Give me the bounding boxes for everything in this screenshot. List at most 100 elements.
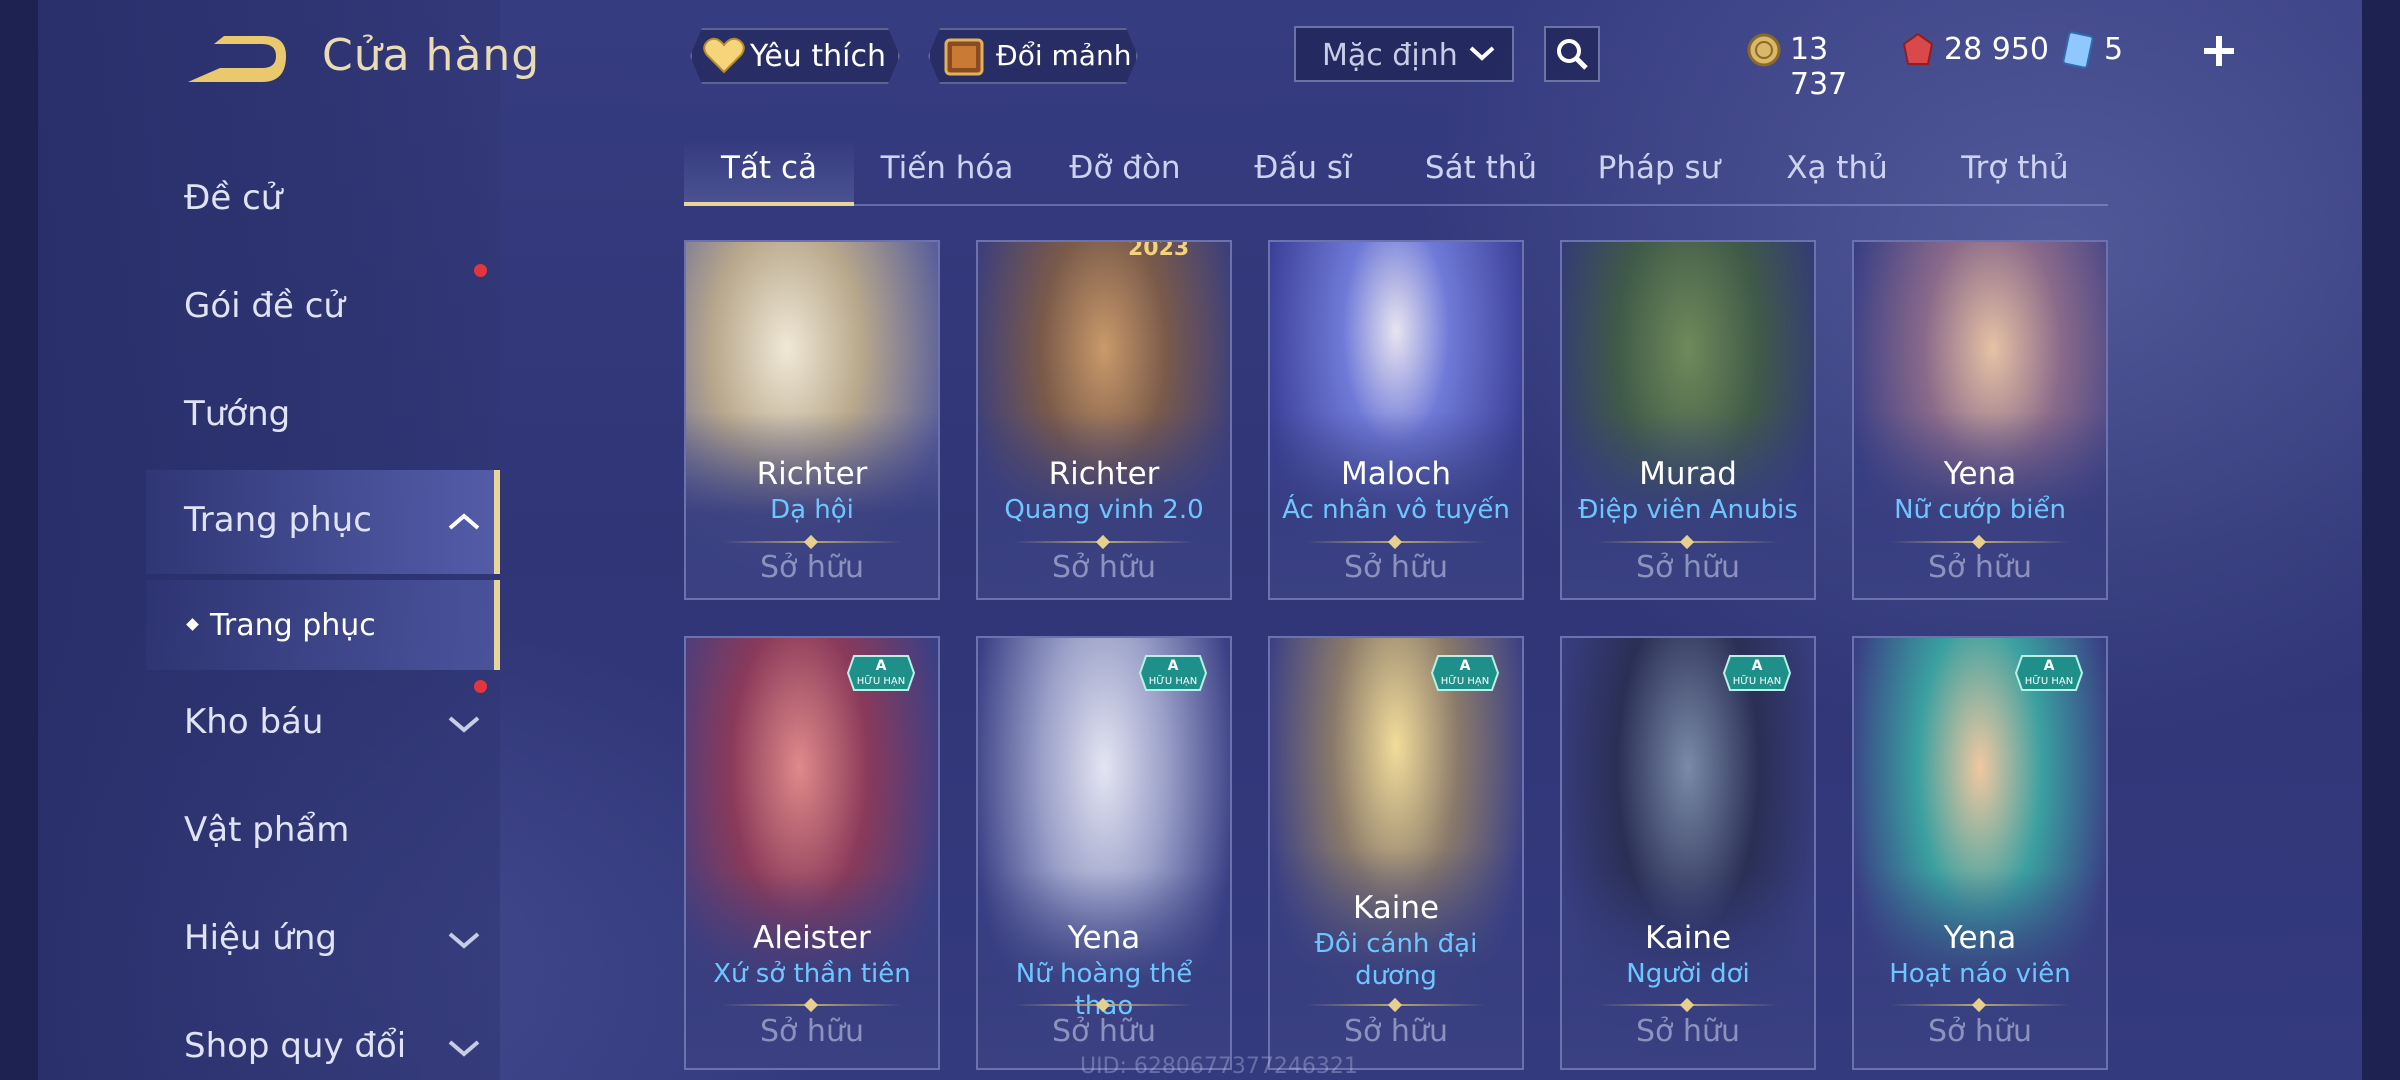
ruby-voucher-icon (1902, 32, 1934, 65)
chevron-down-icon (448, 932, 480, 949)
tab-mage[interactable]: Pháp sư (1574, 140, 1744, 206)
hero-name: Aleister (753, 920, 871, 956)
active-indicator (494, 580, 500, 670)
sidebar-item-exchange-shop[interactable]: Shop quy đổi (146, 996, 500, 1080)
tab-label: Pháp sư (1597, 150, 1721, 186)
chevron-down-icon (448, 1040, 480, 1057)
sidebar-item-label: Hiệu ứng (184, 918, 337, 958)
owned-status: Sở hữu (1928, 550, 2032, 585)
search-button[interactable] (1544, 26, 1600, 82)
tab-label: Trợ thủ (1961, 150, 2069, 186)
skin-card[interactable]: Yena Nữ cướp biển Sở hữu (1852, 240, 2108, 600)
skin-card[interactable]: Murad Điệp viên Anubis Sở hữu (1560, 240, 1816, 600)
skin-card[interactable]: A HỮU HẠN Kaine Người dơi Sở hữu (1560, 636, 1816, 1070)
tab-label: Tiến hóa (880, 150, 1014, 186)
hero-name: Maloch (1340, 456, 1451, 492)
tab-assassin[interactable]: Sát thủ (1396, 140, 1566, 206)
badge-grade: A (2043, 658, 2055, 674)
badge-text: HỮU HẠN (1440, 676, 1490, 687)
owned-status: Sở hữu (760, 1014, 864, 1049)
skin-card[interactable]: 2023 Richter Quang vinh 2.0 Sở hữu (976, 240, 1232, 600)
skin-card[interactable]: Richter Dạ hội Sở hữu (684, 240, 940, 600)
voucher-currency: 28 950 (1900, 26, 2050, 74)
sort-dropdown[interactable]: Mặc định (1294, 26, 1514, 82)
add-currency-button[interactable] (2196, 28, 2242, 74)
badge-text: HỮU HẠN (2024, 676, 2074, 687)
back-button[interactable] (180, 30, 290, 90)
notification-dot (474, 680, 487, 693)
favorite-button[interactable]: Yêu thích (690, 28, 900, 84)
sidebar-item-items[interactable]: Vật phẩm (146, 780, 500, 884)
page-title: Cửa hàng (322, 30, 541, 81)
skin-name: Xứ sở thần tiên (713, 959, 911, 989)
tab-marksman[interactable]: Xạ thủ (1752, 140, 1922, 206)
limited-badge: A HỮU HẠN (846, 654, 916, 692)
hero-name: Yena (1943, 456, 2017, 492)
sidebar-item-recommended-packs[interactable]: Gói đề cử (146, 256, 500, 360)
skin-card[interactable]: A HỮU HẠN Kaine Đôi cánh đại dương Sở hữ… (1268, 636, 1524, 1070)
tab-all[interactable]: Tất cả (684, 140, 854, 206)
badge-grade: A (1167, 658, 1179, 674)
chevron-up-icon (448, 513, 480, 530)
skin-card[interactable]: A HỮU HẠN Aleister Xứ sở thần tiên Sở hữ… (684, 636, 940, 1070)
skin-name: Quang vinh 2.0 (1004, 495, 1204, 525)
limited-badge: A HỮU HẠN (1138, 654, 1208, 692)
sidebar-item-recommended[interactable]: Đề cử (146, 148, 500, 252)
owned-status: Sở hữu (1928, 1014, 2032, 1049)
owned-status: Sở hữu (1344, 550, 1448, 585)
skin-name: Đôi cánh đại dương (1314, 929, 1478, 991)
badge-text: HỮU HẠN (856, 676, 906, 687)
limited-badge: A HỮU HẠN (2014, 654, 2084, 692)
sort-value: Mặc định (1322, 38, 1458, 73)
tab-support[interactable]: Trợ thủ (1930, 140, 2100, 206)
gold-coin-icon (1747, 33, 1781, 67)
owned-status: Sở hữu (1344, 1014, 1448, 1049)
gold-currency: 13 737 (1746, 26, 1886, 102)
sidebar-item-effects[interactable]: Hiệu ứng (146, 888, 500, 992)
skin-name: Hoạt náo viên (1889, 959, 2071, 989)
gold-amount: 13 737 (1790, 32, 1848, 102)
skin-card[interactable]: Maloch Ác nhân vô tuyến Sở hữu (1268, 240, 1524, 600)
bullet-icon (186, 618, 199, 631)
back-arrow-icon (188, 36, 286, 82)
ticket-currency: 5 (2060, 26, 2130, 74)
skin-name: Dạ hội (770, 495, 854, 525)
hero-name: Richter (1048, 456, 1160, 492)
screen-edge-right (2362, 0, 2400, 1080)
card-ticket-icon (2062, 31, 2094, 69)
favorite-label: Yêu thích (750, 39, 886, 74)
sidebar-item-label: Kho báu (184, 702, 324, 742)
limited-badge: A HỮU HẠN (1722, 654, 1792, 692)
owned-status: Sở hữu (1636, 1014, 1740, 1049)
plus-icon (2204, 36, 2234, 66)
sidebar-item-label: Gói đề cử (184, 286, 345, 326)
exchange-shards-button[interactable]: Đổi mảnh (928, 28, 1138, 84)
badge-text: HỮU HẠN (1148, 676, 1198, 687)
heart-icon (702, 36, 746, 76)
active-indicator (494, 470, 500, 574)
screen-edge-left (0, 0, 38, 1080)
hero-name: Yena (1943, 920, 2017, 956)
sidebar-item-skins[interactable]: Trang phục (146, 470, 500, 574)
tab-tank[interactable]: Đỡ đòn (1040, 140, 1210, 206)
owned-status: Sở hữu (760, 550, 864, 585)
sidebar-item-treasure[interactable]: Kho báu (146, 672, 500, 776)
hero-name: Kaine (1352, 890, 1440, 926)
tab-evolution[interactable]: Tiến hóa (862, 140, 1032, 206)
chevron-down-icon (1469, 46, 1495, 61)
chevron-down-icon (448, 716, 480, 733)
skin-card[interactable]: A HỮU HẠN Yena Hoạt náo viên Sở hữu (1852, 636, 2108, 1070)
skin-name: Người dơi (1626, 959, 1750, 989)
tab-fighter[interactable]: Đấu sĩ (1218, 140, 1388, 206)
skin-name: Ác nhân vô tuyến (1282, 495, 1510, 525)
sidebar-subitem-skins[interactable]: Trang phục (146, 580, 500, 670)
skin-card[interactable]: A HỮU HẠN Yena Nữ hoàng thể thao Sở hữu (976, 636, 1232, 1070)
sidebar-item-label: Tướng (184, 394, 291, 434)
sidebar-item-label: Shop quy đổi (184, 1026, 407, 1066)
badge-text: HỮU HẠN (1732, 676, 1782, 687)
year-tag: 2023 (1128, 240, 1190, 261)
hero-name: Yena (1067, 920, 1141, 956)
category-tabs: Tất cả Tiến hóa Đỡ đòn Đấu sĩ Sát thủ Ph… (684, 140, 2108, 206)
tab-underline (684, 202, 854, 206)
sidebar-item-heroes[interactable]: Tướng (146, 364, 500, 468)
